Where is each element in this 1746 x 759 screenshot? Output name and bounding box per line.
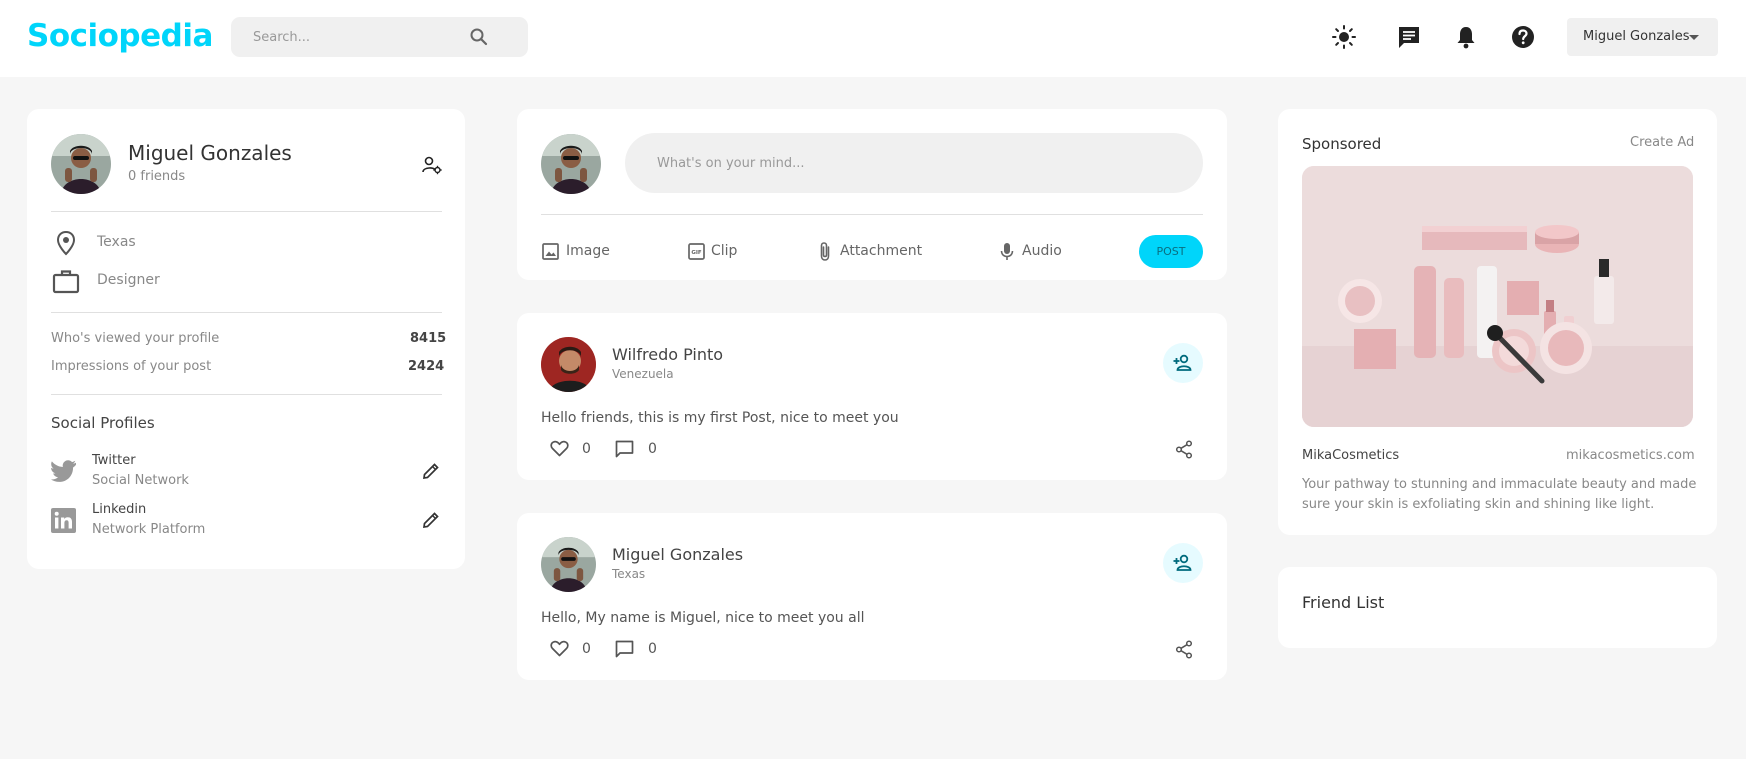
- avatar[interactable]: [541, 537, 596, 592]
- post-text: Hello, My name is Miguel, nice to meet y…: [541, 610, 865, 626]
- comment-count: 0: [648, 441, 657, 457]
- user-menu-select[interactable]: Miguel Gonzales: [1567, 18, 1718, 56]
- divider: [51, 211, 442, 212]
- search-icon[interactable]: [467, 25, 491, 49]
- person-add-icon: [1173, 554, 1192, 571]
- sponsored-ad-image[interactable]: [1302, 166, 1693, 427]
- edit-icon[interactable]: [422, 462, 440, 480]
- divider: [541, 214, 1203, 215]
- person-add-icon: [1173, 354, 1192, 371]
- composer-attachment-label[interactable]: Attachment: [840, 243, 922, 259]
- user-menu-name: Miguel Gonzales: [1583, 29, 1690, 44]
- like-count: 0: [582, 441, 591, 457]
- composer-audio-label[interactable]: Audio: [1022, 243, 1062, 259]
- profile-name[interactable]: Miguel Gonzales: [128, 141, 292, 165]
- post-author-location: Venezuela: [612, 367, 674, 381]
- composer-image-label[interactable]: Image: [566, 243, 610, 259]
- like-count: 0: [582, 641, 591, 657]
- create-ad-link[interactable]: Create Ad: [1630, 135, 1694, 150]
- search-input[interactable]: [253, 17, 483, 57]
- comment-count: 0: [648, 641, 657, 657]
- top-navbar: Sociopedia Miguel Gonzales: [0, 0, 1746, 77]
- edit-icon[interactable]: [422, 511, 440, 529]
- help-icon[interactable]: [1510, 24, 1536, 50]
- post-text: Hello friends, this is my first Post, ni…: [541, 410, 899, 426]
- social-profiles-heading: Social Profiles: [51, 414, 155, 432]
- briefcase-icon: [52, 270, 80, 294]
- profile-location: Texas: [97, 234, 136, 250]
- sponsored-url[interactable]: mikacosmetics.com: [1566, 448, 1695, 463]
- social-twitter-sub: Social Network: [92, 473, 189, 488]
- post-text-input[interactable]: [625, 133, 1203, 193]
- like-icon[interactable]: [550, 440, 569, 457]
- linkedin-icon: [51, 508, 76, 533]
- bell-icon[interactable]: [1453, 24, 1479, 50]
- share-icon[interactable]: [1175, 440, 1193, 459]
- profile-occupation: Designer: [97, 272, 160, 288]
- like-icon[interactable]: [550, 640, 569, 657]
- stat-value-profile-views: 8415: [410, 331, 447, 346]
- sponsored-brand[interactable]: MikaCosmetics: [1302, 448, 1399, 463]
- sponsored-title: Sponsored: [1302, 135, 1382, 153]
- social-linkedin-name: Linkedin: [92, 502, 147, 517]
- divider: [51, 312, 442, 313]
- message-icon[interactable]: [1396, 24, 1422, 50]
- avatar[interactable]: [541, 337, 596, 392]
- sponsored-description-line2: sure your skin is exfoliating skin and s…: [1302, 497, 1655, 512]
- sun-icon[interactable]: [1331, 24, 1357, 50]
- microphone-icon[interactable]: [1000, 242, 1014, 261]
- gif-icon[interactable]: GIF: [688, 243, 705, 260]
- svg-text:GIF: GIF: [691, 250, 702, 256]
- add-friend-button[interactable]: [1163, 343, 1203, 383]
- post-button[interactable]: POST: [1139, 235, 1203, 268]
- stat-label-profile-views: Who's viewed your profile: [51, 331, 220, 346]
- social-twitter-name: Twitter: [92, 453, 136, 468]
- profile-friends-count: 0 friends: [128, 169, 186, 184]
- post-author-location: Texas: [612, 567, 646, 581]
- twitter-icon: [51, 460, 76, 482]
- divider: [51, 394, 442, 395]
- chevron-down-icon: [1689, 35, 1699, 40]
- add-friend-button[interactable]: [1163, 543, 1203, 583]
- share-icon[interactable]: [1175, 640, 1193, 659]
- avatar[interactable]: [541, 134, 601, 194]
- friend-list-title: Friend List: [1302, 593, 1385, 612]
- stat-value-impressions: 2424: [408, 359, 445, 374]
- app-logo[interactable]: Sociopedia: [27, 18, 213, 54]
- location-icon: [56, 230, 76, 256]
- composer-clip-label[interactable]: Clip: [711, 243, 737, 259]
- manage-account-icon[interactable]: [421, 154, 443, 176]
- social-linkedin-sub: Network Platform: [92, 522, 206, 537]
- post-author-name[interactable]: Wilfredo Pinto: [612, 345, 723, 364]
- attachment-icon[interactable]: [818, 241, 832, 262]
- image-icon[interactable]: [542, 243, 559, 260]
- post-author-name[interactable]: Miguel Gonzales: [612, 545, 743, 564]
- avatar[interactable]: [51, 134, 111, 194]
- comment-icon[interactable]: [615, 440, 634, 458]
- stat-label-impressions: Impressions of your post: [51, 359, 212, 374]
- sponsored-description-line1: Your pathway to stunning and immaculate …: [1302, 477, 1697, 492]
- comment-icon[interactable]: [615, 640, 634, 658]
